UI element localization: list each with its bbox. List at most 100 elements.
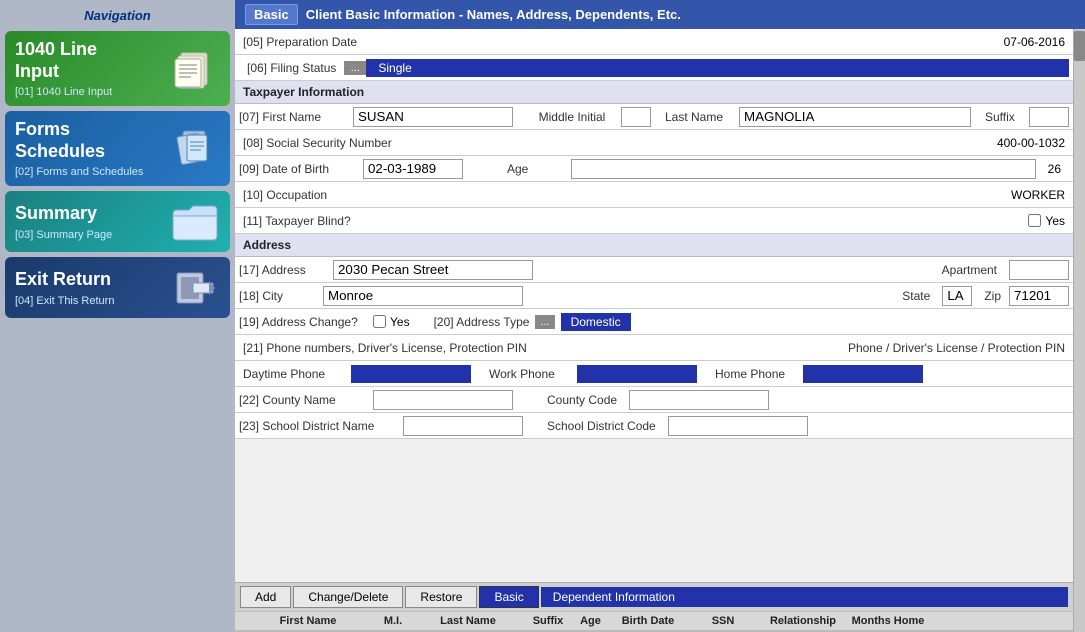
school-district-row: [23] School District Name School Distric… — [235, 413, 1073, 439]
occupation-label: [10] Occupation — [243, 188, 327, 202]
nav-card-sub-summary: [03] Summary Page — [15, 229, 112, 241]
sidebar-item-exit-return[interactable]: Exit Return [04] Exit This Return — [5, 257, 230, 318]
home-phone-input[interactable] — [803, 365, 923, 383]
school-district-label: [23] School District Name — [239, 419, 399, 433]
age-value: 26 — [1040, 162, 1069, 176]
dep-col-ssn: SSN — [688, 615, 758, 627]
address-change-checkbox[interactable] — [373, 315, 386, 328]
city-input[interactable] — [323, 286, 523, 306]
prep-date-row: [05] Preparation Date 07-06-2016 — [235, 29, 1073, 55]
header-title: Client Basic Information - Names, Addres… — [306, 7, 681, 22]
dob-label: [09] Date of Birth — [239, 162, 359, 176]
middle-initial-input[interactable] — [621, 107, 651, 127]
dep-col-birth-date: Birth Date — [608, 615, 688, 627]
county-name-label: [22] County Name — [239, 393, 369, 407]
ssn-label: [08] Social Security Number — [243, 136, 392, 150]
dob-input[interactable] — [363, 159, 463, 179]
main-content: Basic Client Basic Information - Names, … — [235, 0, 1085, 632]
form-area: [05] Preparation Date 07-06-2016 [06] Fi… — [235, 29, 1073, 632]
address-section-header: Address — [235, 234, 1073, 257]
dep-col-age: Age — [573, 615, 608, 627]
school-district-code-input[interactable] — [668, 416, 808, 436]
taxpayer-info-section: Taxpayer Information — [235, 81, 1073, 104]
blind-label: [11] Taxpayer Blind? — [243, 214, 351, 228]
filing-status-dots-button[interactable]: ... — [344, 61, 366, 75]
blind-row: [11] Taxpayer Blind? Yes — [235, 208, 1073, 234]
dep-col-relationship: Relationship — [758, 615, 848, 627]
dob-row: [09] Date of Birth Age 26 — [235, 156, 1073, 182]
vertical-scrollbar[interactable] — [1073, 29, 1085, 632]
nav-card-sub-forms-schedules: [02] Forms and Schedules — [15, 166, 143, 178]
suffix-input[interactable] — [1029, 107, 1069, 127]
form-content: [05] Preparation Date 07-06-2016 [06] Fi… — [235, 29, 1073, 582]
school-district-input[interactable] — [403, 416, 523, 436]
address-change-row: [19] Address Change? Yes [20] Address Ty… — [235, 309, 1073, 335]
sidebar: Navigation 1040 LineInput [01] 1040 Line… — [0, 0, 235, 632]
apartment-input[interactable] — [1009, 260, 1069, 280]
dep-col-first-name: First Name — [243, 615, 373, 627]
sidebar-item-summary[interactable]: Summary [03] Summary Page — [5, 191, 230, 252]
work-phone-input[interactable] — [577, 365, 697, 383]
nav-title: Navigation — [5, 5, 230, 26]
daytime-phone-input[interactable] — [351, 365, 471, 383]
nav-card-sub-line-input: [01] 1040 Line Input — [15, 86, 112, 98]
dependent-table-header: First Name M.I. Last Name Suffix Age Bir… — [235, 611, 1073, 632]
phone-inputs-row: Daytime Phone Work Phone Home Phone — [235, 361, 1073, 387]
blind-yes-label: Yes — [1045, 214, 1065, 228]
county-code-label: County Code — [547, 393, 617, 407]
county-row: [22] County Name County Code — [235, 387, 1073, 413]
dep-col-suffix: Suffix — [523, 615, 573, 627]
change-delete-button[interactable]: Change/Delete — [293, 586, 403, 608]
city-label: [18] City — [239, 289, 319, 303]
address-label: [17] Address — [239, 263, 329, 277]
last-name-input[interactable] — [739, 107, 971, 127]
document-stack-icon — [170, 46, 220, 91]
zip-input[interactable] — [1009, 286, 1069, 306]
county-name-input[interactable] — [373, 390, 513, 410]
state-input[interactable] — [942, 286, 972, 306]
address-type-label: [20] Address Type — [434, 315, 530, 329]
middle-initial-label: Middle Initial — [527, 110, 617, 124]
age-input[interactable] — [571, 159, 1036, 179]
phone-right-label: Phone / Driver's License / Protection PI… — [848, 341, 1065, 355]
nav-card-label-forms-schedules: FormsSchedules — [15, 119, 143, 162]
address-row: [17] Address Apartment — [235, 257, 1073, 283]
phone-header-row: [21] Phone numbers, Driver's License, Pr… — [235, 335, 1073, 361]
age-label: Age — [507, 162, 567, 176]
first-name-input[interactable] — [353, 107, 513, 127]
phone-label: [21] Phone numbers, Driver's License, Pr… — [243, 341, 527, 355]
nav-card-label-summary: Summary — [15, 203, 112, 225]
add-button[interactable]: Add — [240, 586, 291, 608]
bottom-toolbar: Add Change/Delete Restore Basic Dependen… — [235, 582, 1073, 611]
address-type-dots-button[interactable]: ... — [535, 315, 554, 329]
address-change-yes-label: Yes — [390, 315, 410, 329]
work-phone-label: Work Phone — [489, 367, 569, 381]
nav-card-sub-exit-return: [04] Exit This Return — [15, 295, 114, 307]
blind-checkbox[interactable] — [1028, 214, 1041, 227]
name-row: [07] First Name Middle Initial Last Name… — [235, 104, 1073, 130]
daytime-phone-label: Daytime Phone — [243, 367, 343, 381]
ssn-value: 400-00-1032 — [997, 136, 1065, 150]
home-phone-label: Home Phone — [715, 367, 795, 381]
prep-date-value: 07-06-2016 — [357, 35, 1065, 49]
city-row: [18] City State Zip — [235, 283, 1073, 309]
dependent-info-label: Dependent Information — [541, 587, 1068, 607]
suffix-label: Suffix — [985, 110, 1025, 124]
occupation-row: [10] Occupation WORKER — [235, 182, 1073, 208]
nav-card-label-line-input: 1040 LineInput — [15, 39, 112, 82]
first-name-label: [07] First Name — [239, 110, 349, 124]
exit-icon — [170, 265, 220, 310]
school-district-code-label: School District Code — [547, 419, 656, 433]
ssn-row: [08] Social Security Number 400-00-1032 — [235, 130, 1073, 156]
county-code-input[interactable] — [629, 390, 769, 410]
basic-button[interactable]: Basic — [479, 586, 538, 608]
restore-button[interactable]: Restore — [405, 586, 477, 608]
main-header: Basic Client Basic Information - Names, … — [235, 0, 1085, 29]
sidebar-item-line-input[interactable]: 1040 LineInput [01] 1040 Line Input — [5, 31, 230, 106]
sidebar-item-forms-schedules[interactable]: FormsSchedules [02] Forms and Schedules — [5, 111, 230, 186]
nav-card-label-exit-return: Exit Return — [15, 269, 114, 291]
address-input[interactable] — [333, 260, 533, 280]
filing-status-row: [06] Filing Status ... Single — [235, 55, 1073, 81]
forms-icon — [170, 126, 220, 171]
last-name-label: Last Name — [665, 110, 735, 124]
